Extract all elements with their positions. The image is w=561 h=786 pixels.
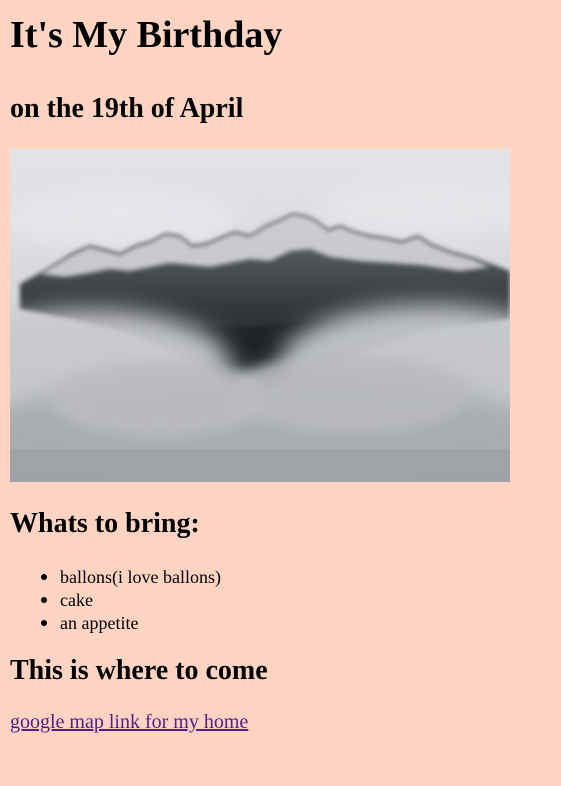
page-subtitle: on the 19th of April	[10, 93, 244, 124]
bring-heading: Whats to bring:	[10, 508, 200, 539]
list-item: cake	[41, 589, 551, 612]
mountain-photo	[10, 149, 510, 482]
page: It's My Birthday on the 19th of April Wh…	[0, 0, 561, 734]
map-link[interactable]: google map link for my home	[10, 710, 248, 734]
page-title: It's My Birthday	[10, 14, 283, 56]
list-item: ballons(i love ballons)	[41, 566, 551, 589]
where-heading: This is where to come	[10, 655, 268, 686]
bring-list: ballons(i love ballons) cake an appetite	[10, 540, 551, 635]
list-item: an appetite	[41, 612, 551, 635]
